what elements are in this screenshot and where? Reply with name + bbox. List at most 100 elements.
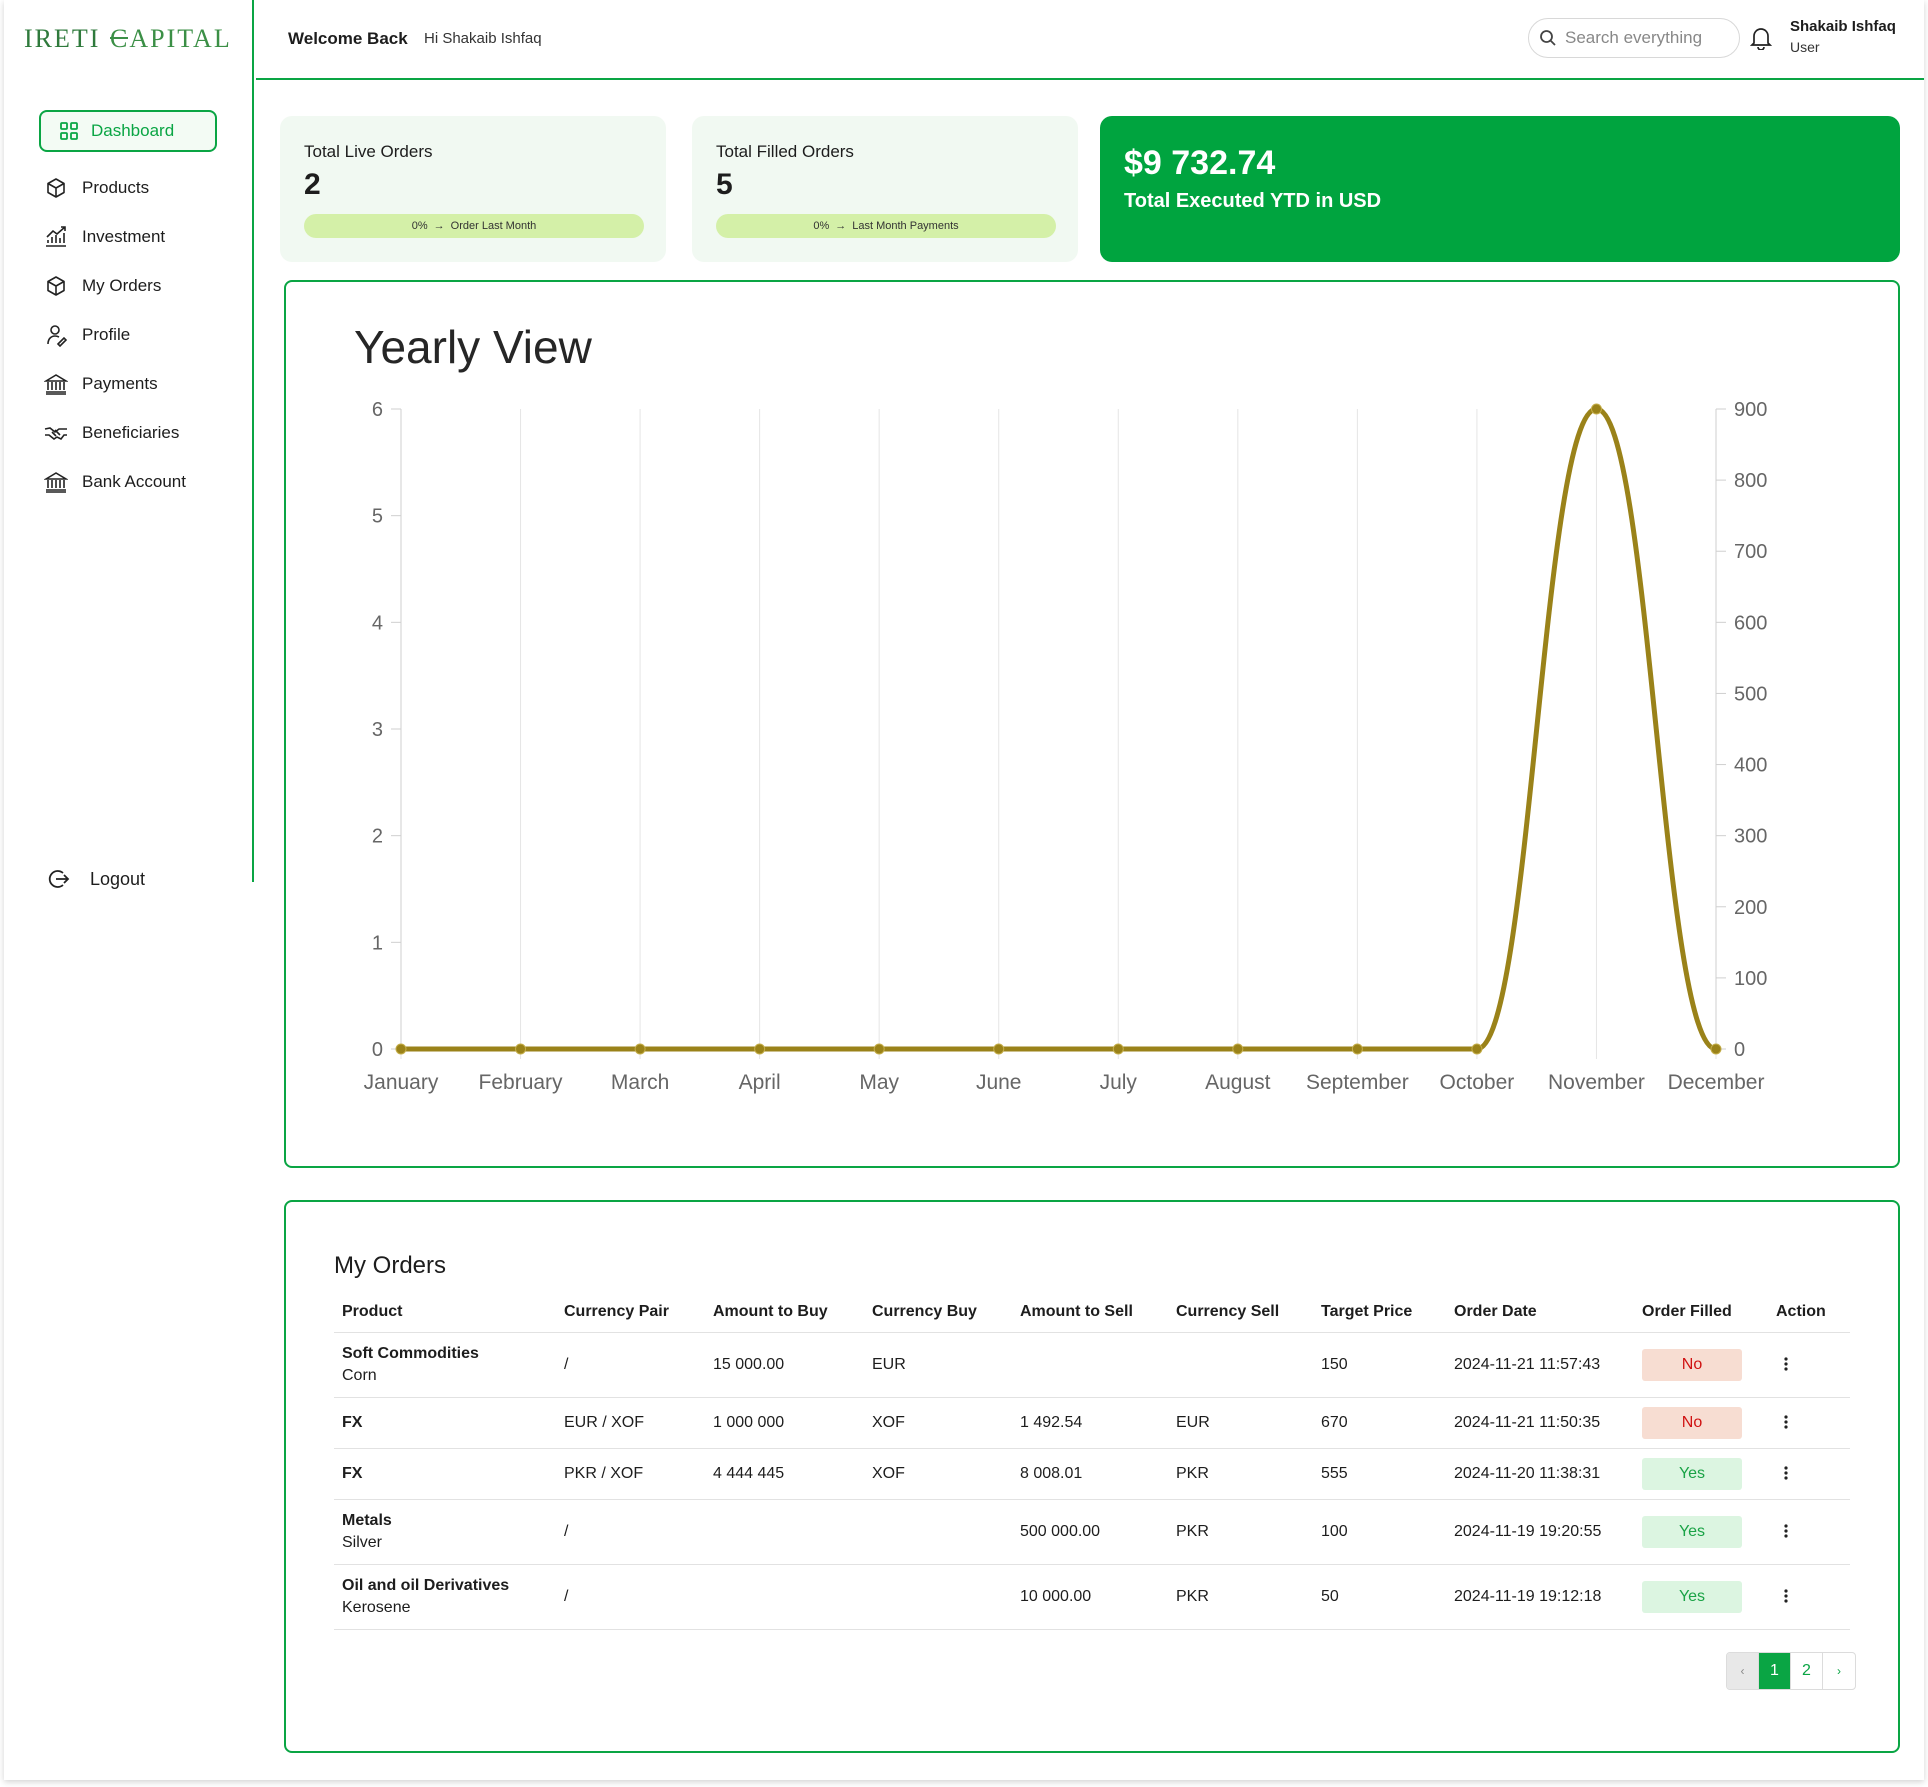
table-row[interactable]: FX EUR / XOF 1 000 000 XOF 1 492.54 EUR … <box>334 1397 1850 1449</box>
table-header-row: Product Currency Pair Amount to Buy Curr… <box>334 1292 1850 1333</box>
orders-table: Product Currency Pair Amount to Buy Curr… <box>334 1292 1850 1630</box>
pagination-prev-button[interactable]: ‹ <box>1727 1653 1759 1689</box>
more-vertical-icon[interactable] <box>1776 1586 1796 1606</box>
pagination-next-button[interactable]: › <box>1823 1653 1855 1689</box>
column-header[interactable]: Currency Sell <box>1168 1292 1313 1333</box>
sidebar-item-label: Investment <box>82 227 166 246</box>
y-tick-label-left: 6 <box>372 399 383 421</box>
my-orders-panel: My Orders Product Currency Pair Amount t… <box>284 1200 1900 1753</box>
sidebar-item-dashboard[interactable]: Dashboard <box>39 110 217 152</box>
app-frame: IRETI CAPITAL Dashboard Products Investm… <box>4 0 1924 1780</box>
cell-target-price: 150 <box>1313 1332 1446 1398</box>
pagination-page-2[interactable]: 2 <box>1791 1653 1823 1689</box>
cell-pair: / <box>556 1499 705 1565</box>
more-vertical-icon[interactable] <box>1776 1463 1796 1483</box>
table-row[interactable]: FX PKR / XOF 4 444 445 XOF 8 008.01 PKR … <box>334 1448 1850 1500</box>
cell-product: FX <box>334 1448 556 1500</box>
logout-button[interactable]: Logout <box>46 864 145 894</box>
user-icon <box>47 325 68 347</box>
search-box[interactable] <box>1528 18 1740 58</box>
sidebar-item-beneficiaries[interactable]: Beneficiaries <box>44 418 179 448</box>
column-header[interactable]: Target Price <box>1313 1292 1446 1333</box>
sidebar-item-payments[interactable]: Payments <box>44 369 158 399</box>
data-point <box>1471 1043 1483 1055</box>
user-name[interactable]: Shakaib Ishfaq <box>1790 18 1896 35</box>
handshake-icon <box>44 427 67 441</box>
column-header[interactable]: Currency Pair <box>556 1292 705 1333</box>
data-point <box>873 1043 885 1055</box>
more-vertical-icon[interactable] <box>1776 1412 1796 1432</box>
x-tick-label: July <box>1100 1071 1138 1094</box>
cell-order-filled: Yes <box>1634 1448 1768 1500</box>
cell-sell-currency: EUR <box>1168 1397 1313 1449</box>
cell-sell-amount <box>1012 1332 1168 1398</box>
stat-card-live-orders: Total Live Orders 2 0% → Order Last Mont… <box>280 116 666 262</box>
column-header[interactable]: Amount to Buy <box>705 1292 864 1333</box>
pagination: ‹ 1 2 › <box>1726 1652 1856 1690</box>
sidebar-item-label: Products <box>82 178 150 197</box>
x-tick-label: June <box>976 1071 1022 1094</box>
cube-icon <box>47 178 65 198</box>
column-header[interactable]: Currency Buy <box>864 1292 1012 1333</box>
cell-buy-amount <box>705 1499 864 1565</box>
y-tick-label-left: 3 <box>372 719 383 741</box>
cell-sell-amount: 8 008.01 <box>1012 1448 1168 1500</box>
cell-buy-amount: 1 000 000 <box>705 1397 864 1449</box>
y-tick-label-right: 100 <box>1734 968 1767 990</box>
cell-sell-currency: PKR <box>1168 1564 1313 1630</box>
cell-order-date: 2024-11-21 11:57:43 <box>1446 1332 1634 1398</box>
sidebar-item-bank-account[interactable]: Bank Account <box>44 467 186 497</box>
y-tick-label-right: 800 <box>1734 470 1767 492</box>
cell-order-filled: No <box>1634 1397 1768 1449</box>
greeting-text: Hi Shakaib Ishfaq <box>424 30 542 47</box>
cell-action <box>1768 1397 1850 1449</box>
cell-buy-amount: 15 000.00 <box>705 1332 864 1398</box>
column-header[interactable]: Order Date <box>1446 1292 1634 1333</box>
more-vertical-icon[interactable] <box>1776 1354 1796 1374</box>
search-input[interactable] <box>1565 28 1725 48</box>
column-header[interactable]: Action <box>1768 1292 1850 1333</box>
cell-buy-currency <box>864 1499 1012 1565</box>
table-row[interactable]: Oil and oil Derivatives Kerosene / 10 000… <box>334 1564 1850 1630</box>
bell-icon[interactable] <box>1750 26 1772 50</box>
stat-value: 5 <box>716 168 733 201</box>
cell-order-filled: Yes <box>1634 1499 1768 1565</box>
brand-logo[interactable]: IRETI CAPITAL <box>24 24 234 61</box>
executed-label: Total Executed YTD in USD <box>1124 190 1382 212</box>
yearly-view-panel: Yearly View 0 1 2 3 4 5 6 0 100 200 300 400 500 600 70… <box>284 280 1900 1168</box>
cell-pair: / <box>556 1332 705 1398</box>
bank-icon <box>44 374 68 395</box>
sidebar-item-my-orders[interactable]: My Orders <box>44 271 161 301</box>
column-header[interactable]: Amount to Sell <box>1012 1292 1168 1333</box>
y-tick-label-left: 0 <box>372 1039 383 1061</box>
top-header: Welcome Back Hi Shakaib Ishfaq Shakaib I… <box>256 0 1924 80</box>
sidebar-item-profile[interactable]: Profile <box>44 320 130 350</box>
sidebar-item-label: Payments <box>82 374 158 393</box>
x-tick-label: September <box>1306 1071 1409 1094</box>
sidebar-item-products[interactable]: Products <box>44 173 149 203</box>
product-name: Soft Commodities <box>342 1344 479 1362</box>
sidebar-item-label: Profile <box>82 325 131 344</box>
cell-pair: EUR / XOF <box>556 1397 705 1449</box>
table-row[interactable]: Metals Silver / 500 000.00 PKR 100 2024-1… <box>334 1499 1850 1565</box>
sidebar: IRETI CAPITAL Dashboard Products Investm… <box>4 0 254 889</box>
y-tick-label-right: 0 <box>1734 1039 1745 1061</box>
trend-percent: 0% <box>411 220 428 232</box>
cell-sell-amount: 10 000.00 <box>1012 1564 1168 1630</box>
data-point <box>1351 1043 1363 1055</box>
cell-buy-amount <box>705 1564 864 1630</box>
stat-trend-pill: 0% → Last Month Payments <box>716 214 1056 238</box>
cell-order-filled: No <box>1634 1332 1768 1398</box>
table-row[interactable]: Soft Commodities Corn / 15 000.00 EUR 150… <box>334 1332 1850 1398</box>
more-vertical-icon[interactable] <box>1776 1521 1796 1541</box>
pagination-page-1[interactable]: 1 <box>1759 1653 1791 1689</box>
data-point <box>754 1043 766 1055</box>
status-badge: Yes <box>1642 1457 1742 1490</box>
column-header[interactable]: Product <box>334 1292 556 1333</box>
column-header[interactable]: Order Filled <box>1634 1292 1768 1333</box>
product-name: Metals <box>342 1511 392 1529</box>
data-point <box>993 1043 1005 1055</box>
executed-amount: $9 732.74 <box>1124 144 1276 182</box>
cell-action <box>1768 1499 1850 1565</box>
sidebar-item-investment[interactable]: Investment <box>44 222 165 252</box>
